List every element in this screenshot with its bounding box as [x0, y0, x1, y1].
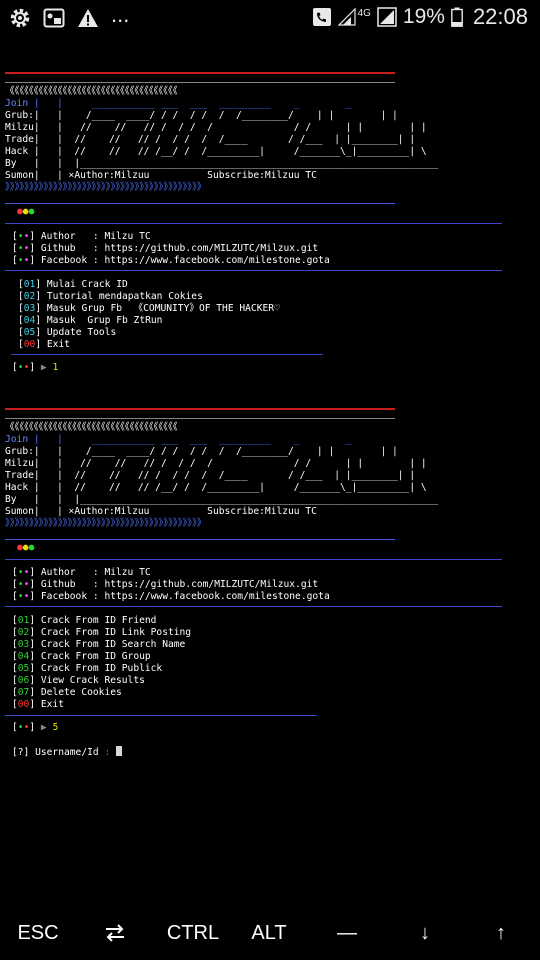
- menu-item: [05] Update Tools: [18, 327, 117, 338]
- info-top-rule: [5, 559, 502, 560]
- banner-bottom-rule: [5, 539, 395, 540]
- banner-row: Milzu| | // // // / / / / / / | | | |: [5, 458, 427, 469]
- info-author: [••] Author : Milzu TC: [12, 231, 151, 242]
- banner-row: Join | | ___________ ___ ___ _________ _…: [5, 434, 352, 445]
- traffic-dots: ●●●: [17, 542, 35, 553]
- banner-row: Sumon| | ×Author:Milzuu Subscribe:Milzuu…: [5, 506, 317, 517]
- menu-item: [04] Crack From ID Group: [12, 651, 151, 662]
- banner-row: Trade| | // // // / / / / /____ / /___ |…: [5, 134, 416, 145]
- banner-pattern-rule: [5, 418, 395, 419]
- info-facebook: [••] Facebook : https://www.facebook.com…: [12, 591, 330, 602]
- banner-top-rule: [5, 72, 395, 74]
- wifi-calling-icon: [312, 7, 332, 27]
- terminal-output[interactable]: 《《《《《《《《《《《《《《《《《《《《《《《《《《《《《《《《《《《 Join…: [5, 66, 535, 886]
- info-author: [••] Author : Milzu TC: [12, 567, 151, 578]
- banner-pattern: 《《《《《《《《《《《《《《《《《《《《《《《《《《《《《《《《《《《: [5, 86, 178, 97]
- banner-row: Milzu| | // // // / / / / / / | | | |: [5, 122, 427, 133]
- menu-item: [05] Crack From ID Publick: [12, 663, 163, 674]
- info-top-rule: [5, 223, 502, 224]
- banner-row: By | | |________________________________…: [5, 494, 439, 505]
- overflow-indicator: ...: [111, 2, 130, 27]
- down-key[interactable]: ↓: [398, 918, 452, 948]
- dash-key[interactable]: —: [320, 918, 374, 948]
- banner-row: Join | | ___________ ___ ___ _________ _…: [5, 98, 352, 109]
- menu-item: [00] Exit: [18, 339, 71, 350]
- info-facebook: [••] Facebook : https://www.facebook.com…: [12, 255, 330, 266]
- username-input-line[interactable]: [?] Username/Id :: [12, 746, 122, 758]
- banner-row: Hack | | // // // /__/ / /_________| /__…: [5, 482, 427, 493]
- banner-top-rule: [5, 408, 395, 410]
- alt-key[interactable]: ALT: [240, 918, 298, 948]
- ctrl-key[interactable]: CTRL: [160, 918, 226, 948]
- banner-row: Sumon| | ×Author:Milzuu Subscribe:Milzuu…: [5, 170, 317, 181]
- menu-item: [02] Tutorial mendapatkan Cokies: [18, 291, 203, 302]
- banner-row: Grub:| | /____ ____/ / / / / / /________…: [5, 110, 398, 121]
- banner-bottom-rule: [5, 203, 395, 204]
- menu-item: [03] Crack From ID Search Name: [12, 639, 186, 650]
- banner-pattern-rule: [5, 82, 395, 83]
- banner-arrows: 》》》》》》》》》》》》》》》》》》》》》》》》》》》》》》》》》》》》》》》》…: [5, 518, 207, 529]
- menu-item: [07] Delete Cookies: [12, 687, 122, 698]
- text-cursor: [116, 746, 122, 756]
- info-github: [••] Github : https://github.com/MILZUTC…: [12, 243, 319, 254]
- menu-item: [01] Crack From ID Friend: [12, 615, 157, 626]
- menu-bottom-rule: [5, 715, 317, 716]
- menu-item: [06] View Crack Results: [12, 675, 145, 686]
- banner-arrows: 》》》》》》》》》》》》》》》》》》》》》》》》》》》》》》》》》》》》》》》》…: [5, 182, 207, 193]
- menu-prompt: [••] ▶ 5: [12, 722, 59, 733]
- extra-keys-bar: ESC CTRL ALT — ↓ ↑: [0, 906, 540, 960]
- signal-strength-icon: [377, 7, 397, 27]
- network-type: 4G: [357, 7, 371, 19]
- info-github: [••] Github : https://github.com/MILZUTC…: [12, 579, 319, 590]
- battery-icon: [451, 7, 463, 27]
- banner-pattern: 《《《《《《《《《《《《《《《《《《《《《《《《《《《《《《《《《《《: [5, 422, 178, 433]
- traffic-dots: ●●●: [17, 206, 35, 217]
- esc-key[interactable]: ESC: [8, 918, 68, 948]
- menu-prompt: [••] ▶ 1: [12, 362, 59, 373]
- warning-icon: [77, 8, 99, 28]
- banner-row: By | | |________________________________…: [5, 158, 439, 169]
- signal-icon: [337, 8, 356, 26]
- menu-item: [03] Masuk Grup Fb 《COMUNITY》OF THE HACK…: [18, 303, 280, 314]
- status-bar: ... 4G 19% 22:08: [0, 0, 540, 38]
- battery-percent: 19%: [402, 5, 445, 28]
- picture-in-picture-icon: [43, 8, 65, 28]
- info-bottom-rule: [5, 270, 502, 271]
- settings-gear-icon: [9, 7, 31, 29]
- menu-item: [04] Masuk Grup Fb ZtRun: [18, 315, 163, 326]
- menu-item: [01] Mulai Crack ID: [18, 279, 128, 290]
- up-key[interactable]: ↑: [474, 918, 528, 948]
- banner-row: Grub:| | /____ ____/ / / / / / /________…: [5, 446, 398, 457]
- tab-arrows-icon: [103, 922, 127, 944]
- menu-bottom-rule: [11, 354, 323, 355]
- clock: 22:08: [472, 4, 528, 29]
- banner-row: Hack | | // // // /__/ / /_________| /__…: [5, 146, 427, 157]
- menu-item: [00] Exit: [12, 699, 65, 710]
- info-bottom-rule: [5, 606, 502, 607]
- banner-row: Trade| | // // // / / / / /____ / /___ |…: [5, 470, 416, 481]
- menu-item: [02] Crack From ID Link Posting: [12, 627, 192, 638]
- tab-key[interactable]: [88, 918, 142, 948]
